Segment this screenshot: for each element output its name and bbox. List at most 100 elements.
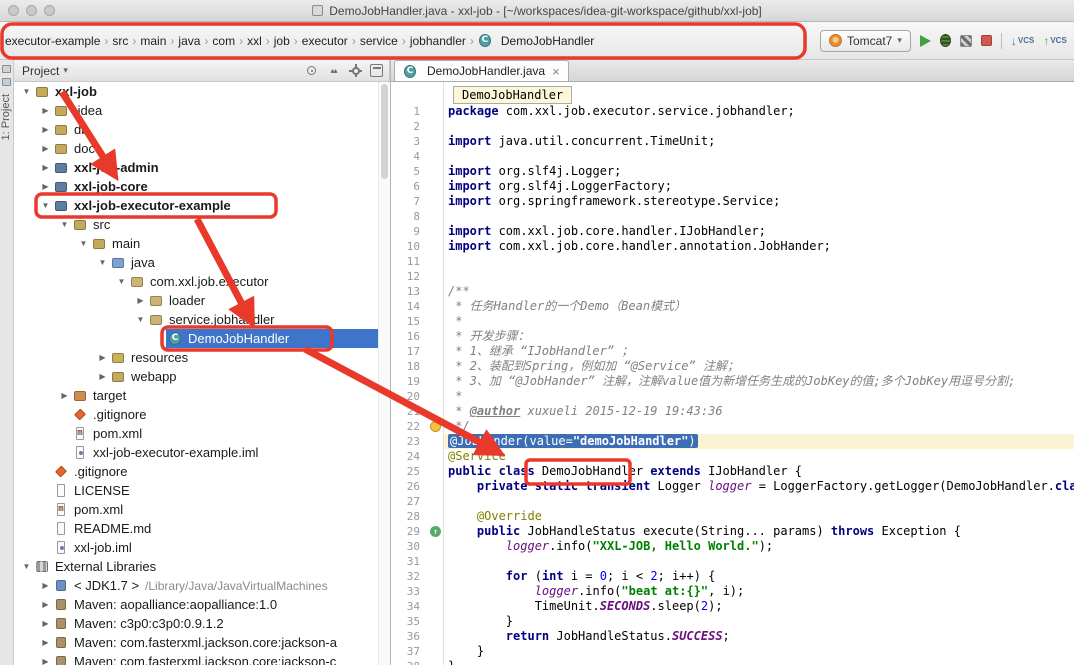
tree-item[interactable]: DemoJobHandler bbox=[14, 329, 389, 348]
minimize-window-button[interactable] bbox=[26, 5, 37, 16]
expand-arrow-icon[interactable]: ▶ bbox=[58, 391, 71, 400]
stop-button[interactable] bbox=[981, 35, 992, 46]
expand-arrow-icon[interactable]: ▶ bbox=[39, 581, 52, 590]
tree-item[interactable]: ▼main bbox=[14, 234, 389, 253]
code-line[interactable]: 35 } bbox=[391, 614, 1074, 629]
tree-item[interactable]: ▼java bbox=[14, 253, 389, 272]
code-line[interactable]: 32 for (int i = 0; i < 2; i++) { bbox=[391, 569, 1074, 584]
code-line[interactable]: 31 bbox=[391, 554, 1074, 569]
expand-arrow-icon[interactable]: ▶ bbox=[39, 638, 52, 647]
debug-button[interactable] bbox=[940, 34, 951, 47]
coverage-button[interactable] bbox=[960, 35, 972, 47]
code-line[interactable]: 11 bbox=[391, 254, 1074, 269]
tree-item[interactable]: ▼xxl-job-executor-example bbox=[14, 196, 389, 215]
code-line[interactable]: 1package com.xxl.job.executor.service.jo… bbox=[391, 104, 1074, 119]
code-line[interactable]: 12 bbox=[391, 269, 1074, 284]
expand-arrow-icon[interactable]: ▶ bbox=[39, 144, 52, 153]
tree-item[interactable]: ▶< JDK1.7 >/Library/Java/JavaVirtualMach… bbox=[14, 576, 389, 595]
tree-item[interactable]: ▼src bbox=[14, 215, 389, 234]
code-line[interactable]: 27 bbox=[391, 494, 1074, 509]
tree-item[interactable]: xxl-job-executor-example.iml bbox=[14, 443, 389, 462]
code-line[interactable]: 10import com.xxl.job.core.handler.annota… bbox=[391, 239, 1074, 254]
code-line[interactable]: 37 } bbox=[391, 644, 1074, 659]
tree-item[interactable]: ▶Maven: com.fasterxml.jackson.core:jacks… bbox=[14, 652, 389, 665]
code-line[interactable]: 14 * 任务Handler的一个Demo（Bean模式） bbox=[391, 299, 1074, 314]
expand-arrow-icon[interactable]: ▶ bbox=[39, 619, 52, 628]
expand-arrow-icon[interactable]: ▶ bbox=[39, 125, 52, 134]
code-line[interactable]: 4 bbox=[391, 149, 1074, 164]
tree-item[interactable]: ▶Maven: com.fasterxml.jackson.core:jacks… bbox=[14, 633, 389, 652]
code-line[interactable]: 5import org.slf4j.Logger; bbox=[391, 164, 1074, 179]
tree-scrollbar[interactable] bbox=[378, 82, 390, 665]
breadcrumb-item[interactable]: com bbox=[210, 32, 237, 50]
tree-item[interactable]: pom.xml bbox=[14, 424, 389, 443]
code-line[interactable]: 13/** bbox=[391, 284, 1074, 299]
code-line[interactable]: 17 * 1、继承 “IJobHandler” ； bbox=[391, 344, 1074, 359]
code-line[interactable]: 24@Service bbox=[391, 449, 1074, 464]
tree-item[interactable]: .gitignore bbox=[14, 462, 389, 481]
tree-item[interactable]: pom.xml bbox=[14, 500, 389, 519]
close-tab-icon[interactable]: × bbox=[552, 65, 560, 78]
breadcrumb-item[interactable]: executor-example bbox=[3, 32, 102, 50]
run-button[interactable] bbox=[920, 35, 931, 47]
expand-arrow-icon[interactable]: ▶ bbox=[39, 106, 52, 115]
code-line[interactable]: 26 private static transient Logger logge… bbox=[391, 479, 1074, 494]
code-line[interactable]: 2 bbox=[391, 119, 1074, 134]
breadcrumb-item[interactable]: DemoJobHandler bbox=[476, 32, 596, 50]
code-line[interactable]: 23@JobHander(value="demoJobHandler") bbox=[391, 434, 1074, 449]
code-line[interactable]: 3import java.util.concurrent.TimeUnit; bbox=[391, 134, 1074, 149]
hide-panel-icon[interactable] bbox=[370, 64, 383, 77]
chevron-down-icon[interactable]: ▾ bbox=[63, 65, 68, 76]
breadcrumb-item[interactable]: main bbox=[138, 32, 168, 50]
run-configuration-select[interactable]: Tomcat7 ▾ bbox=[820, 30, 911, 52]
code-line[interactable]: 25public class DemoJobHandler extends IJ… bbox=[391, 464, 1074, 479]
code-line[interactable]: 6import org.slf4j.LoggerFactory; bbox=[391, 179, 1074, 194]
project-toolwindow-tab[interactable]: 1: Project bbox=[0, 94, 14, 140]
code-line[interactable]: 18 * 2、装配到Spring，例如加 “@Service” 注解； bbox=[391, 359, 1074, 374]
code-line[interactable]: 19 * 3、加 “@JobHander” 注解，注解value值为新增任务生成… bbox=[391, 374, 1074, 389]
code-line[interactable]: 8 bbox=[391, 209, 1074, 224]
code-line[interactable]: 9import com.xxl.job.core.handler.IJobHan… bbox=[391, 224, 1074, 239]
toolwindow-icon[interactable] bbox=[2, 78, 11, 86]
tree-item[interactable]: ▼com.xxl.job.executor bbox=[14, 272, 389, 291]
code-line[interactable]: 38} bbox=[391, 659, 1074, 665]
tree-item[interactable]: ▶webapp bbox=[14, 367, 389, 386]
tree-item[interactable]: ▶resources bbox=[14, 348, 389, 367]
tree-item[interactable]: ▶db bbox=[14, 120, 389, 139]
vcs-update-button[interactable]: ↓VCS bbox=[1011, 34, 1034, 48]
tree-item[interactable]: ▶target bbox=[14, 386, 389, 405]
tree-item[interactable]: .gitignore bbox=[14, 405, 389, 424]
breadcrumb-item[interactable]: service bbox=[358, 32, 400, 50]
tree-item[interactable]: ▶Maven: c3p0:c3p0:0.9.1.2 bbox=[14, 614, 389, 633]
project-panel-title[interactable]: Project bbox=[22, 64, 59, 78]
breadcrumb-item[interactable]: src bbox=[110, 32, 130, 50]
expand-arrow-icon[interactable]: ▶ bbox=[96, 353, 109, 362]
tree-item[interactable]: ▶Maven: aopalliance:aopalliance:1.0 bbox=[14, 595, 389, 614]
tree-item[interactable]: ▼External Libraries bbox=[14, 557, 389, 576]
expand-arrow-icon[interactable]: ▼ bbox=[20, 87, 33, 96]
expand-arrow-icon[interactable]: ▼ bbox=[134, 315, 147, 324]
expand-arrow-icon[interactable]: ▶ bbox=[39, 163, 52, 172]
tree-item[interactable]: xxl-job.iml bbox=[14, 538, 389, 557]
code-line[interactable]: 21 * @author xuxueli 2015-12-19 19:43:36 bbox=[391, 404, 1074, 419]
tree-item[interactable]: ▼service.jobhandler bbox=[14, 310, 389, 329]
tree-item[interactable]: ▶doc bbox=[14, 139, 389, 158]
breadcrumb-item[interactable]: executor bbox=[300, 32, 350, 50]
zoom-window-button[interactable] bbox=[44, 5, 55, 16]
locate-icon[interactable] bbox=[305, 64, 318, 77]
code-line[interactable]: 36 return JobHandleStatus.SUCCESS; bbox=[391, 629, 1074, 644]
close-window-button[interactable] bbox=[8, 5, 19, 16]
tree-item[interactable]: LICENSE bbox=[14, 481, 389, 500]
code-line[interactable]: 7import org.springframework.stereotype.S… bbox=[391, 194, 1074, 209]
breadcrumb-item[interactable]: xxl bbox=[245, 32, 264, 50]
gear-icon[interactable] bbox=[349, 64, 362, 77]
expand-arrow-icon[interactable]: ▼ bbox=[58, 220, 71, 229]
code-line[interactable]: 33 logger.info("beat at:{}", i); bbox=[391, 584, 1074, 599]
tree-item[interactable]: ▼xxl-job bbox=[14, 82, 389, 101]
expand-arrow-icon[interactable]: ▶ bbox=[39, 600, 52, 609]
code-line[interactable]: 29 public JobHandleStatus execute(String… bbox=[391, 524, 1074, 539]
expand-arrow-icon[interactable]: ▼ bbox=[96, 258, 109, 267]
expand-arrow-icon[interactable]: ▼ bbox=[77, 239, 90, 248]
vcs-commit-button[interactable]: ↑VCS bbox=[1043, 34, 1066, 48]
tree-item[interactable]: ▶loader bbox=[14, 291, 389, 310]
